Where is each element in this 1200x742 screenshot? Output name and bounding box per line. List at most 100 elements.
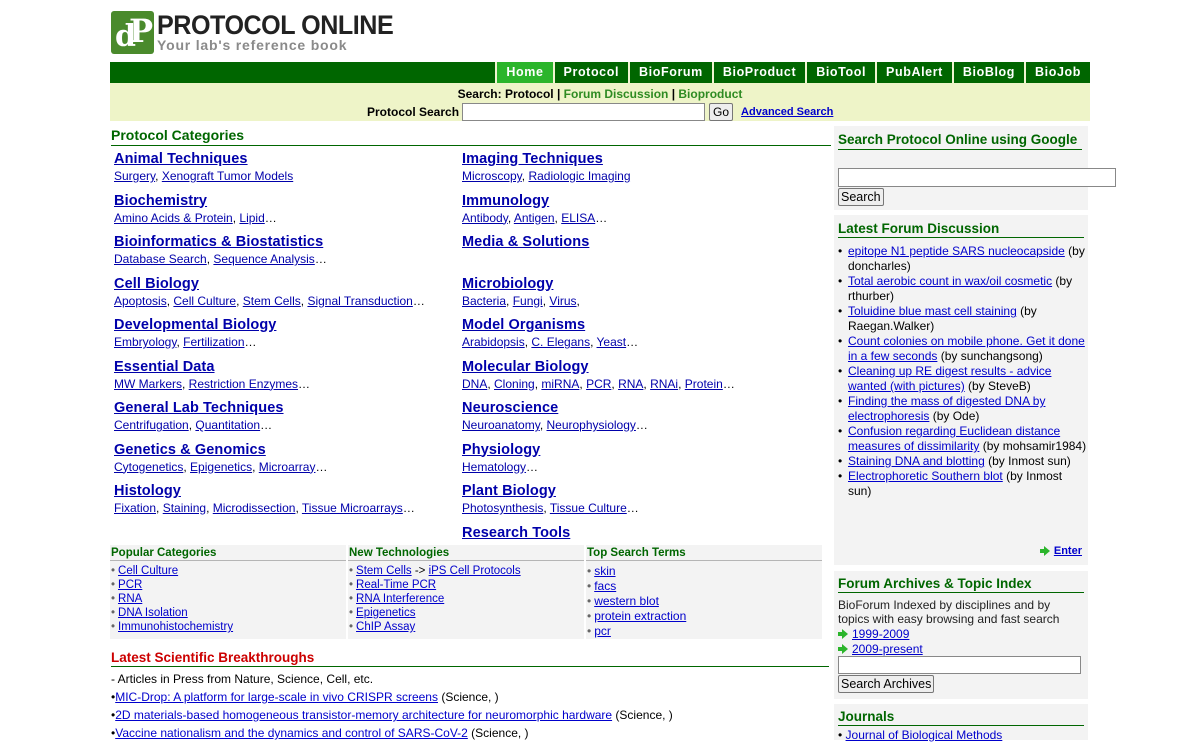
subtopic-link[interactable]: RNAi xyxy=(650,377,678,391)
category-link[interactable]: Molecular Biology xyxy=(462,358,589,376)
search-scope-forum[interactable]: Forum Discussion xyxy=(564,87,669,101)
subtopic-link[interactable]: Antibody xyxy=(462,211,508,225)
category-link[interactable]: Bioinformatics & Biostatistics xyxy=(114,233,323,251)
subtopic-link[interactable]: Microdissection xyxy=(213,501,296,515)
new-technology-link[interactable]: Stem Cells xyxy=(356,565,412,577)
subtopic-link[interactable]: Arabidopsis xyxy=(462,335,525,349)
subtopic-link[interactable]: Microarray xyxy=(259,460,316,474)
subtopic-link[interactable]: C. Elegans xyxy=(531,335,590,349)
subtopic-link[interactable]: Xenograft Tumor Models xyxy=(162,169,293,183)
subtopic-link[interactable]: Surgery xyxy=(114,169,155,183)
subtopic-link[interactable]: Fixation xyxy=(114,501,156,515)
archive-link-1999-2009[interactable]: 1999-2009 xyxy=(852,627,909,641)
forum-post-link[interactable]: epitope N1 peptide SARS nucleocapside xyxy=(848,244,1065,258)
nav-bioblog[interactable]: BioBlog xyxy=(951,62,1024,83)
subtopic-link[interactable]: Antigen xyxy=(514,211,555,225)
category-link[interactable]: Neuroscience xyxy=(462,399,558,417)
subtopic-link[interactable]: Database Search xyxy=(114,252,207,266)
category-link[interactable]: Developmental Biology xyxy=(114,316,276,334)
forum-post-link[interactable]: Electrophoretic Southern blot xyxy=(848,469,1003,483)
category-link[interactable]: General Lab Techniques xyxy=(114,399,284,417)
category-link[interactable]: Essential Data xyxy=(114,358,215,376)
google-search-button[interactable]: Search xyxy=(838,188,884,206)
subtopic-link[interactable]: Apoptosis xyxy=(114,294,167,308)
category-link[interactable]: Research Tools xyxy=(462,524,570,542)
breakthrough-link[interactable]: 2D materials-based homogeneous transisto… xyxy=(115,708,612,722)
popular-category-link[interactable]: Cell Culture xyxy=(118,565,178,577)
protocol-search-input[interactable] xyxy=(462,103,706,121)
new-technology-link[interactable]: iPS Cell Protocols xyxy=(429,565,521,577)
nav-bioforum[interactable]: BioForum xyxy=(628,62,712,83)
subtopic-link[interactable]: Quantitation xyxy=(195,418,260,432)
category-link[interactable]: Immunology xyxy=(462,192,549,210)
popular-category-link[interactable]: Immunohistochemistry xyxy=(118,621,233,633)
breakthrough-link[interactable]: MIC-Drop: A platform for large-scale in … xyxy=(115,690,438,704)
search-scope-bioproduct[interactable]: Bioproduct xyxy=(678,87,742,101)
breakthrough-link[interactable]: Vaccine nationalism and the dynamics and… xyxy=(115,726,468,740)
subtopic-link[interactable]: Bacteria xyxy=(462,294,506,308)
subtopic-link[interactable]: Neuroanatomy xyxy=(462,418,540,432)
subtopic-link[interactable]: Cytogenetics xyxy=(114,460,183,474)
new-technology-link[interactable]: Epigenetics xyxy=(356,607,415,619)
category-link[interactable]: Model Organisms xyxy=(462,316,585,334)
subtopic-link[interactable]: Cell Culture xyxy=(173,294,236,308)
subtopic-link[interactable]: Protein xyxy=(685,377,723,391)
subtopic-link[interactable]: Tissue Culture xyxy=(550,501,627,515)
category-link[interactable]: Animal Techniques xyxy=(114,150,248,168)
category-link[interactable]: Imaging Techniques xyxy=(462,150,603,168)
google-search-input[interactable] xyxy=(838,168,1116,187)
category-link[interactable]: Microbiology xyxy=(462,275,553,293)
subtopic-link[interactable]: DNA xyxy=(462,377,487,391)
new-technology-link[interactable]: ChIP Assay xyxy=(356,621,415,633)
advanced-search-link[interactable]: Advanced Search xyxy=(741,106,833,118)
search-archives-button[interactable]: Search Archives xyxy=(838,675,935,693)
subtopic-link[interactable]: Virus xyxy=(549,294,576,308)
search-term-link[interactable]: skin xyxy=(594,564,615,578)
popular-category-link[interactable]: RNA xyxy=(118,593,142,605)
popular-category-link[interactable]: DNA Isolation xyxy=(118,607,188,619)
subtopic-link[interactable]: Tissue Microarrays xyxy=(302,501,403,515)
subtopic-link[interactable]: Microscopy xyxy=(462,169,522,183)
category-link[interactable]: Genetics & Genomics xyxy=(114,441,266,459)
forum-post-link[interactable]: Total aerobic count in wax/oil cosmetic xyxy=(848,274,1052,288)
subtopic-link[interactable]: Staining xyxy=(163,501,206,515)
subtopic-link[interactable]: Lipid xyxy=(239,211,264,225)
subtopic-link[interactable]: MW Markers xyxy=(114,377,182,391)
category-link[interactable]: Histology xyxy=(114,482,181,500)
nav-biotool[interactable]: BioTool xyxy=(805,62,875,83)
archive-search-input[interactable] xyxy=(838,656,1081,674)
subtopic-link[interactable]: Fertilization xyxy=(183,335,244,349)
subtopic-link[interactable]: Neurophysiology xyxy=(547,418,636,432)
subtopic-link[interactable]: RNA xyxy=(618,377,643,391)
subtopic-link[interactable]: Centrifugation xyxy=(114,418,189,432)
forum-post-link[interactable]: Toluidine blue mast cell staining xyxy=(848,304,1017,318)
subtopic-link[interactable]: Radiologic Imaging xyxy=(528,169,630,183)
search-term-link[interactable]: protein extraction xyxy=(594,609,686,623)
subtopic-link[interactable]: miRNA xyxy=(541,377,579,391)
subtopic-link[interactable]: Sequence Analysis xyxy=(213,252,314,266)
category-link[interactable]: Biochemistry xyxy=(114,192,207,210)
nav-protocol[interactable]: Protocol xyxy=(552,62,629,83)
category-link[interactable]: Cell Biology xyxy=(114,275,199,293)
subtopic-link[interactable]: Epigenetics xyxy=(190,460,252,474)
subtopic-link[interactable]: PCR xyxy=(586,377,611,391)
archive-link-2009-present[interactable]: 2009-present xyxy=(852,642,923,656)
search-term-link[interactable]: facs xyxy=(594,579,616,593)
subtopic-link[interactable]: ELISA xyxy=(561,211,595,225)
subtopic-link[interactable]: Restriction Enzymes xyxy=(189,377,298,391)
subtopic-link[interactable]: Photosynthesis xyxy=(462,501,543,515)
subtopic-link[interactable]: Amino Acids & Protein xyxy=(114,211,233,225)
category-link[interactable]: Plant Biology xyxy=(462,482,556,500)
forum-post-link[interactable]: Staining DNA and blotting xyxy=(848,454,985,468)
go-button[interactable]: Go xyxy=(709,103,734,121)
subtopic-link[interactable]: Fungi xyxy=(513,294,543,308)
subtopic-link[interactable]: Stem Cells xyxy=(243,294,301,308)
subtopic-link[interactable]: Signal Transduction xyxy=(307,294,412,308)
nav-pubalert[interactable]: PubAlert xyxy=(875,62,952,83)
new-technology-link[interactable]: Real-Time PCR xyxy=(356,579,436,591)
new-technology-link[interactable]: RNA Interference xyxy=(356,593,444,605)
subtopic-link[interactable]: Hematology xyxy=(462,460,526,474)
nav-home[interactable]: Home xyxy=(495,62,553,83)
subtopic-link[interactable]: Embryology xyxy=(114,335,176,349)
search-term-link[interactable]: western blot xyxy=(594,594,659,608)
